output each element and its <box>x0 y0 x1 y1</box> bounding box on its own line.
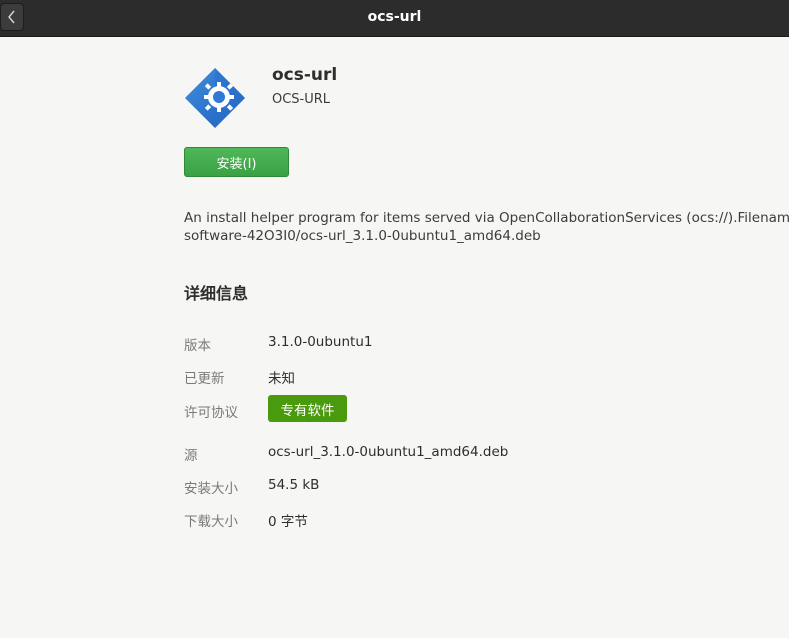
updated-value: 未知 <box>268 371 295 387</box>
description-line-1: An install helper program for items serv… <box>184 210 789 226</box>
app-description: An install helper program for items serv… <box>184 209 789 245</box>
license-badge[interactable]: 专有软件 <box>268 395 347 422</box>
ocs-url-app-icon <box>184 67 246 129</box>
version-label: 版本 <box>184 338 211 354</box>
description-line-2: software-42O3I0/ocs-url_3.1.0-0ubuntu1_a… <box>184 228 541 244</box>
download-size-label: 下载大小 <box>184 514 238 530</box>
installed-size-label: 安装大小 <box>184 481 238 497</box>
license-label: 许可协议 <box>184 405 238 421</box>
source-label: 源 <box>184 448 198 464</box>
download-size-value: 0 字节 <box>268 514 308 530</box>
installed-size-value: 54.5 kB <box>268 477 320 493</box>
app-summary: OCS-URL <box>272 92 331 107</box>
window-title: ocs-url <box>367 9 422 25</box>
header-bar: ocs-url <box>0 0 789 37</box>
details-heading: 详细信息 <box>184 284 249 303</box>
app-name: ocs-url <box>272 65 338 85</box>
version-value: 3.1.0-0ubuntu1 <box>268 334 373 350</box>
install-button[interactable]: 安装(I) <box>184 147 289 177</box>
updated-label: 已更新 <box>184 371 225 387</box>
source-value: ocs-url_3.1.0-0ubuntu1_amd64.deb <box>268 444 509 460</box>
